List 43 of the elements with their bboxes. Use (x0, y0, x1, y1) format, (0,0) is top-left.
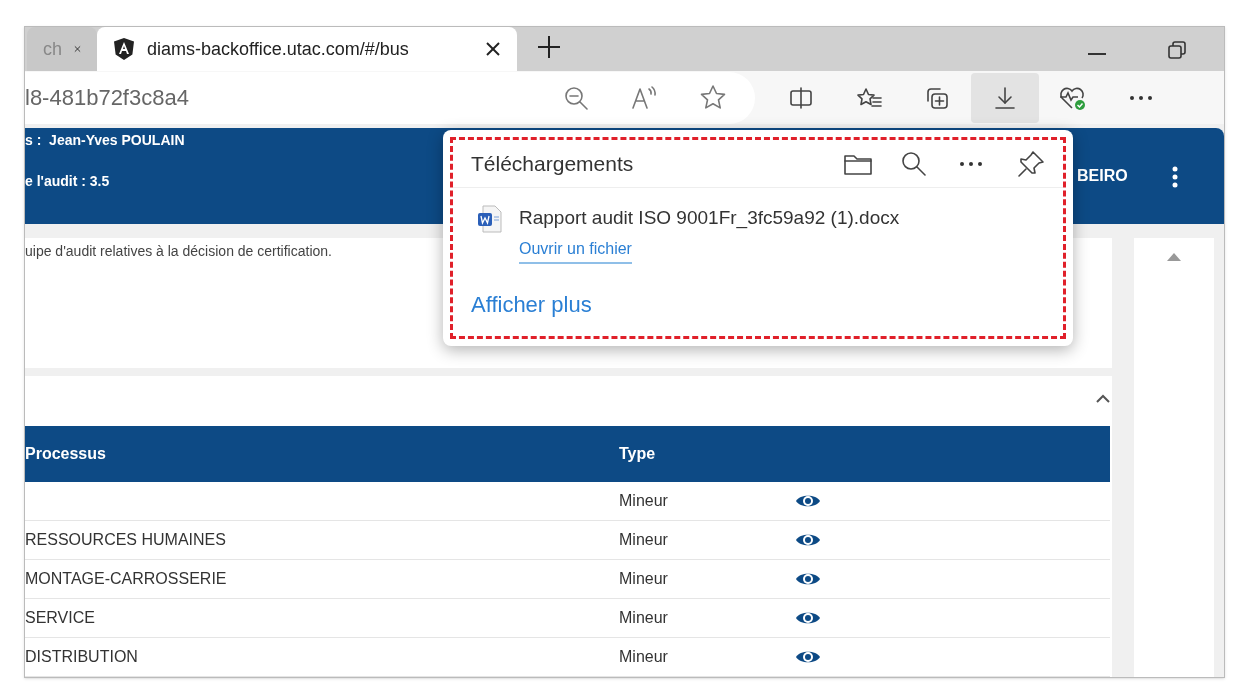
table-cell: Mineur (619, 531, 668, 548)
browser-tab[interactable]: diams-backoffice.utac.com/#/bus (97, 27, 517, 71)
table-cell: Mineur (619, 648, 668, 665)
downloads-button[interactable] (971, 72, 1039, 123)
header-text: s : Jean-Yves POULAIN (25, 131, 185, 150)
tab-title: ch (43, 37, 62, 61)
restore-icon[interactable] (1168, 41, 1186, 59)
table-cell: Mineur (619, 492, 668, 509)
search-icon[interactable] (901, 150, 927, 177)
word-document-icon (477, 204, 503, 234)
table-cell: Mineur (619, 570, 668, 587)
more-icon[interactable] (959, 160, 983, 167)
zoom-out-icon[interactable] (563, 84, 589, 111)
read-aloud-icon[interactable] (631, 84, 659, 111)
more-icon (1129, 94, 1153, 101)
browser-tab[interactable]: ch (27, 27, 97, 71)
download-icon (993, 84, 1017, 111)
file-name: Rapport audit ISO 9001Fr_3fc59a92 (1).docx (519, 206, 900, 231)
card-text: uipe d'audit relatives à la décision de certification. (25, 243, 332, 259)
shield-logo-icon (113, 37, 135, 61)
header-text: e l'audit : 3.5 (25, 172, 111, 191)
show-more-link[interactable]: Afficher plus (471, 287, 592, 321)
user-name: BEIRO (1077, 166, 1128, 186)
open-file-link[interactable]: Ouvrir un fichier (519, 236, 632, 264)
pin-icon[interactable] (1017, 149, 1045, 178)
panel-title: Téléchargements (471, 150, 635, 177)
tab-title: diams-backoffice.utac.com/#/bus (147, 37, 410, 61)
table-cell: RESSOURCES HUMAINES (25, 531, 226, 548)
split-screen-icon (788, 85, 814, 110)
table-cell: MONTAGE-CARROSSERIE (25, 570, 227, 587)
address-bar[interactable]: l8-481b72f3c8a4 (25, 71, 755, 124)
star-icon[interactable] (699, 83, 727, 112)
star-list-icon (855, 85, 883, 110)
chevron-up-icon[interactable] (1095, 394, 1111, 404)
table-cell: SERVICE (25, 609, 95, 626)
scroll-up-icon[interactable] (1166, 252, 1182, 262)
new-tab-icon[interactable] (537, 35, 561, 59)
close-icon[interactable] (485, 41, 501, 57)
table-cell: Mineur (619, 609, 668, 626)
kebab-menu-icon[interactable] (1172, 166, 1178, 188)
table-cell: DISTRIBUTION (25, 648, 138, 665)
column-header: Processus (25, 444, 107, 464)
column-header: Type (619, 444, 656, 464)
